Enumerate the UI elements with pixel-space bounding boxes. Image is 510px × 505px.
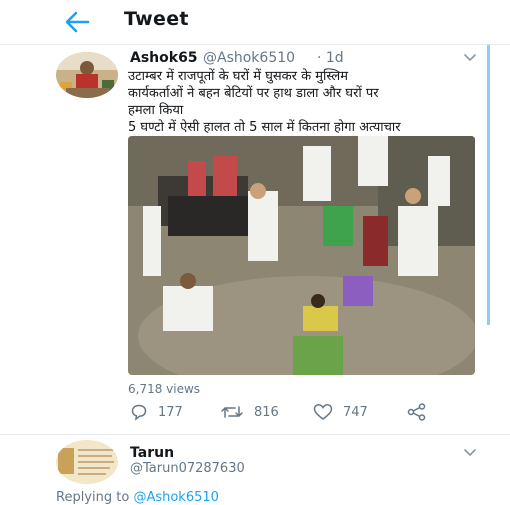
- scrollbar[interactable]: [487, 45, 490, 325]
- view-count: 6,718 views: [128, 382, 201, 396]
- reply-count: 177: [158, 404, 183, 420]
- like-count: 747: [343, 404, 368, 420]
- back-arrow-icon[interactable]: [62, 8, 92, 36]
- chevron-down-icon[interactable]: [464, 54, 476, 62]
- tweet-text-line: कार्यकर्ताओं ने बहन बेटियों पर हाथ डाला …: [128, 86, 379, 101]
- retweet-count: 816: [254, 404, 279, 420]
- comment-icon: [131, 404, 147, 421]
- chevron-down-icon[interactable]: [464, 449, 476, 457]
- author-avatar[interactable]: [56, 52, 118, 98]
- share-icon: [407, 403, 426, 421]
- author-name[interactable]: Ashok65: [130, 50, 198, 66]
- tweet-time: · 1d: [317, 50, 344, 66]
- page-title: Tweet: [124, 8, 189, 30]
- replying-to-label: Replying to: [56, 490, 134, 505]
- tweet-video[interactable]: [128, 136, 475, 375]
- reply-author-name[interactable]: Tarun: [130, 445, 174, 461]
- retweet-icon: [221, 406, 243, 418]
- reply-avatar[interactable]: [56, 440, 118, 484]
- reply-author-handle[interactable]: @Tarun07287630: [130, 461, 245, 476]
- top-bar: Tweet: [0, 0, 510, 45]
- like-button[interactable]: 747: [313, 403, 368, 421]
- tweet-text-line: उटाम्बर में राजपूतों के घरों में घुसकर क…: [128, 69, 348, 84]
- replying-to: Replying to @Ashok6510: [56, 490, 219, 505]
- replying-to-mention[interactable]: @Ashok6510: [133, 490, 218, 505]
- tweet-text-line: हमला किया: [128, 103, 184, 118]
- tweet-text-line: 5 घण्टो में ऐसी हालत तो 5 साल में कितना …: [128, 120, 401, 135]
- share-button[interactable]: [407, 403, 437, 421]
- reply-button[interactable]: 177: [130, 403, 183, 421]
- tweet-actions: 177 816 747: [130, 403, 450, 423]
- tweet-text: उटाम्बर में राजपूतों के घरों में घुसकर क…: [128, 68, 478, 136]
- heart-icon: [313, 404, 333, 420]
- author-handle[interactable]: @Ashok6510: [203, 50, 295, 66]
- retweet-button[interactable]: 816: [220, 403, 279, 421]
